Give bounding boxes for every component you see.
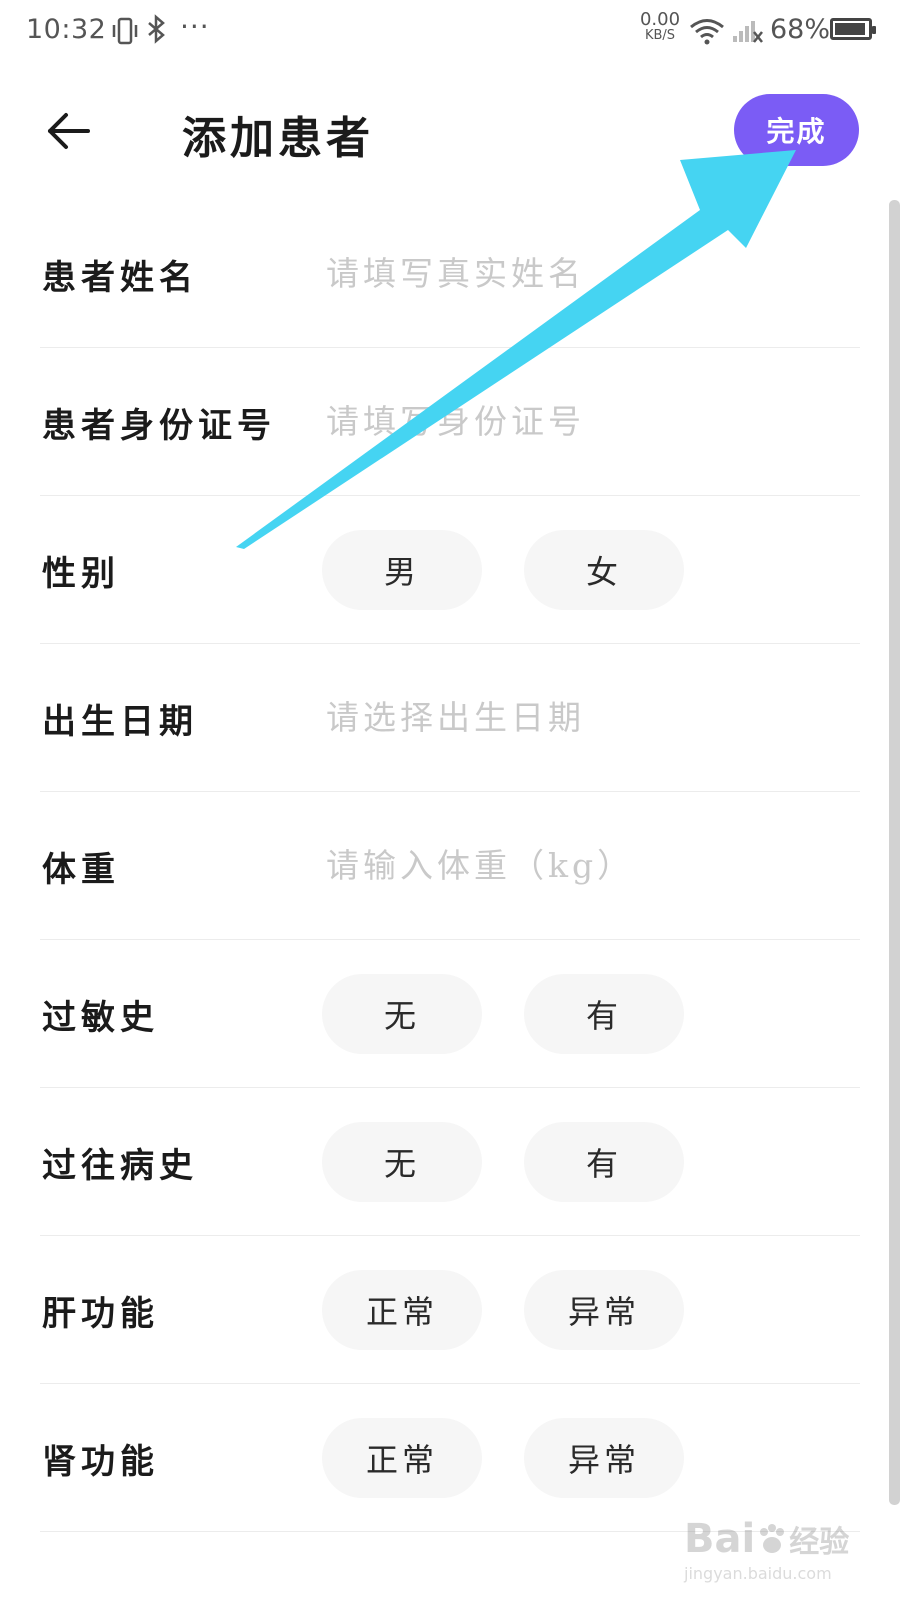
kidney-normal-option[interactable]: 正常 <box>322 1418 482 1498</box>
form-row-allergy-history: 过敏史 无 有 <box>0 940 900 1088</box>
birth-date-picker[interactable] <box>322 682 810 752</box>
medical-history-label: 过往病史 <box>42 1146 198 1186</box>
paw-icon <box>760 1524 785 1553</box>
gender-label: 性别 <box>42 554 120 594</box>
kidney-abnormal-option[interactable]: 异常 <box>524 1418 684 1498</box>
form-row-medical-history: 过往病史 无 有 <box>0 1088 900 1236</box>
status-bar: 10:32 ··· 0.00 KB/S 68% <box>0 0 900 64</box>
watermark-logo-suffix: 经验 <box>789 1525 850 1560</box>
form-row-birth-date: 出生日期 <box>0 644 900 792</box>
patient-form: 患者姓名 患者身份证号 性别 男 女 出生日期 体重 过敏史 无 有 过往病史 … <box>0 200 900 1532</box>
liver-normal-option[interactable]: 正常 <box>322 1270 482 1350</box>
battery-icon <box>830 18 876 40</box>
form-row-weight: 体重 <box>0 792 900 940</box>
header: 添加患者 完成 <box>0 64 900 194</box>
form-row-id-number: 患者身份证号 <box>0 348 900 496</box>
weight-input[interactable] <box>322 830 810 900</box>
back-arrow-icon[interactable] <box>44 106 94 156</box>
id-number-label: 患者身份证号 <box>42 406 276 446</box>
baidu-watermark: Bai 经验 jingyan.baidu.com <box>684 1516 854 1583</box>
watermark-logo-text: Bai <box>684 1516 756 1562</box>
vibrate-icon <box>110 16 140 50</box>
patient-name-label: 患者姓名 <box>42 258 198 298</box>
watermark-logo: Bai 经验 <box>684 1516 854 1562</box>
id-number-input[interactable] <box>322 386 810 456</box>
medical-history-none-option[interactable]: 无 <box>322 1122 482 1202</box>
bluetooth-icon <box>146 14 168 51</box>
form-row-name: 患者姓名 <box>0 200 900 348</box>
liver-abnormal-option[interactable]: 异常 <box>524 1270 684 1350</box>
done-button[interactable]: 完成 <box>734 94 859 166</box>
status-time: 10:32 <box>26 14 107 45</box>
page-title: 添加患者 <box>182 113 374 164</box>
watermark-url: jingyan.baidu.com <box>684 1564 832 1583</box>
gender-male-option[interactable]: 男 <box>322 530 482 610</box>
liver-function-label: 肝功能 <box>42 1294 159 1334</box>
wifi-icon <box>688 16 726 50</box>
network-speed: 0.00 KB/S <box>637 9 683 44</box>
battery-percent: 68% <box>770 14 831 45</box>
cellular-signal-icon <box>732 16 764 50</box>
form-row-liver-function: 肝功能 正常 异常 <box>0 1236 900 1384</box>
form-row-gender: 性别 男 女 <box>0 496 900 644</box>
network-speed-value: 0.00 <box>639 9 681 30</box>
network-speed-unit: KB/S <box>644 28 676 43</box>
patient-name-input[interactable] <box>322 238 810 308</box>
gender-female-option[interactable]: 女 <box>524 530 684 610</box>
allergy-history-label: 过敏史 <box>42 998 159 1038</box>
allergy-none-option[interactable]: 无 <box>322 974 482 1054</box>
weight-label: 体重 <box>42 850 120 890</box>
medical-history-yes-option[interactable]: 有 <box>524 1122 684 1202</box>
form-row-kidney-function: 肾功能 正常 异常 <box>0 1384 900 1532</box>
birth-date-label: 出生日期 <box>42 702 198 742</box>
kidney-function-label: 肾功能 <box>42 1442 159 1482</box>
allergy-yes-option[interactable]: 有 <box>524 974 684 1054</box>
more-notifications-icon: ··· <box>180 10 210 43</box>
